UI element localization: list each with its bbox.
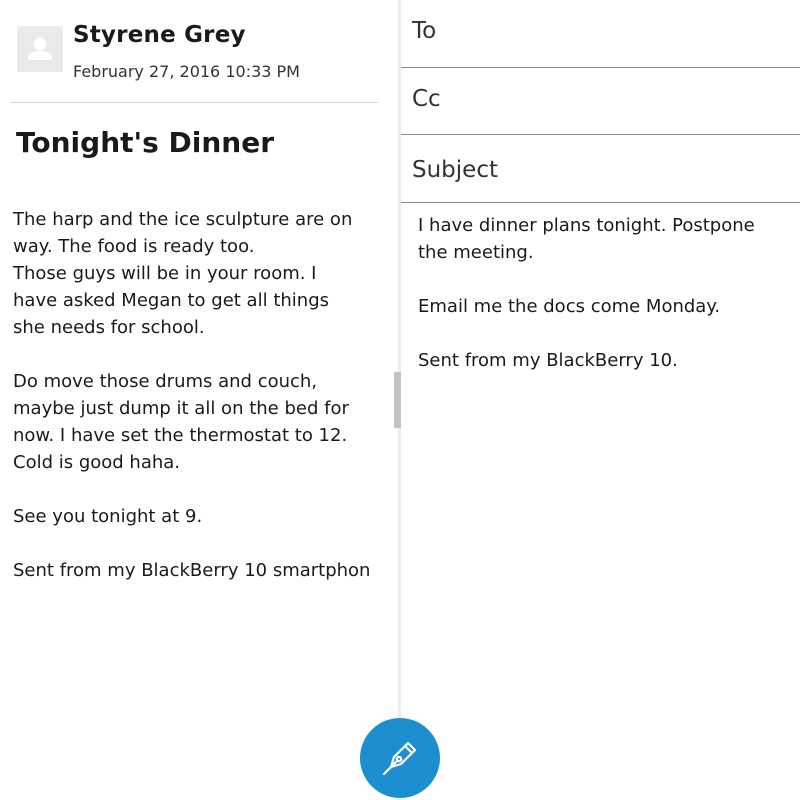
compose-signature: Sent from my BlackBerry 10. [418,350,678,371]
message-date: February 27, 2016 10:33 PM [73,62,300,81]
message-pane: Styrene Grey February 27, 2016 10:33 PM … [0,0,398,800]
subject-field[interactable]: Subject [401,135,800,203]
cc-field-label: Cc [412,86,441,112]
subject-field-label: Subject [412,157,498,183]
avatar-placeholder-icon [17,26,63,72]
compose-body[interactable]: I have dinner plans tonight. Postpone th… [418,212,796,401]
header-divider [10,102,378,103]
message-subject: Tonight's Dinner [16,126,275,159]
message-paragraph: Do move those drums and couch, maybe jus… [13,371,349,473]
compose-paragraph: I have dinner plans tonight. Postpone th… [418,215,755,263]
sender-name[interactable]: Styrene Grey [73,22,246,48]
cc-field[interactable]: Cc [401,68,800,135]
message-paragraph: The harp and the ice sculpture are on wa… [13,209,353,338]
message-signature: Sent from my BlackBerry 10 smartphon [13,560,371,581]
compose-paragraph: Email me the docs come Monday. [418,296,721,317]
compose-pane: To Cc Subject I have dinner plans tonigh… [401,0,800,800]
sender-avatar[interactable] [17,26,63,72]
fountain-pen-icon [382,741,417,776]
compose-button[interactable] [360,718,440,798]
to-field-label: To [412,18,437,44]
message-paragraph: See you tonight at 9. [13,506,203,527]
to-field[interactable]: To [401,0,800,68]
message-body: The harp and the ice sculpture are on wa… [13,206,398,611]
